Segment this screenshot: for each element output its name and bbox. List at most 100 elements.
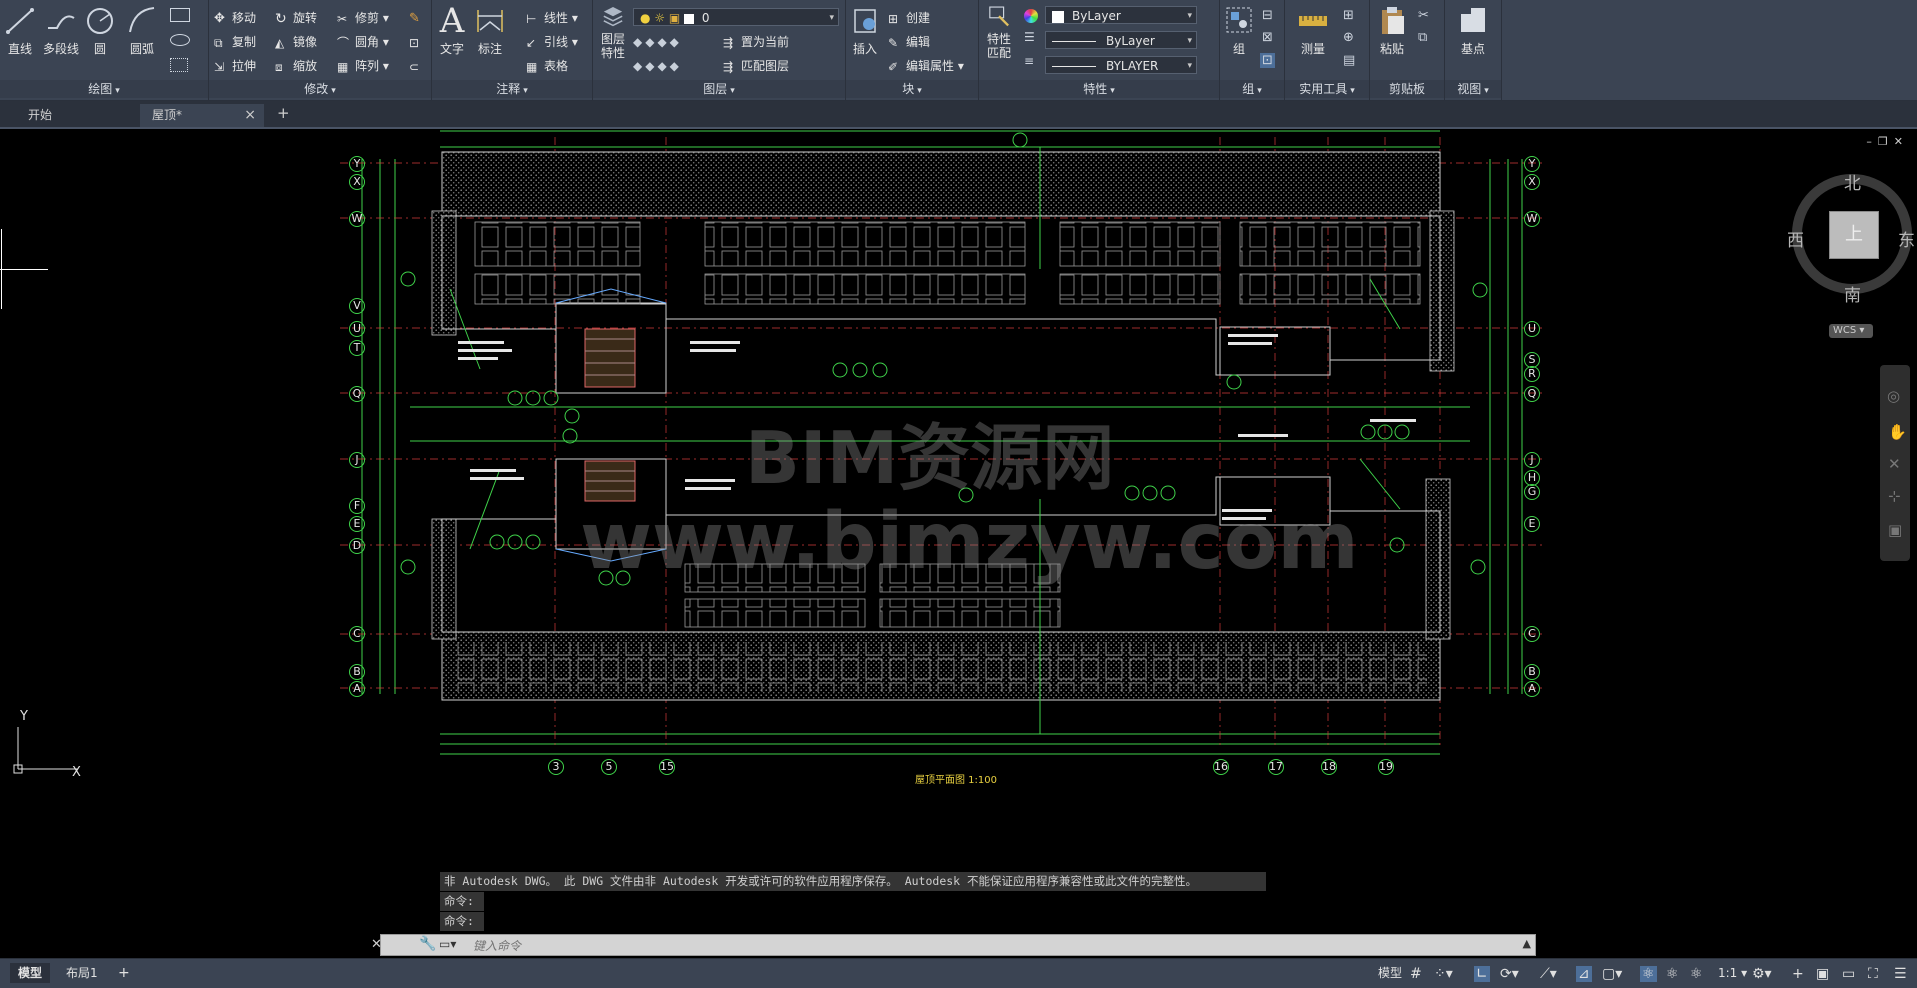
edit-block-button[interactable]: ✎ 编辑 [888, 32, 930, 52]
hardware-acceleration-icon[interactable]: ▭ [1842, 966, 1855, 982]
isodraft-icon[interactable]: ⟋▾ [1540, 966, 1557, 982]
gear-icon[interactable]: ⚙▾ [1752, 966, 1772, 982]
close-tab-icon[interactable]: × [244, 104, 256, 127]
navigation-bar[interactable]: ◎ ✋ ✕ ⊹ ▣ [1880, 365, 1910, 561]
offset-tool[interactable]: ⊂ [409, 56, 427, 76]
rotate-button[interactable]: ↻ 旋转 [275, 8, 317, 28]
tab-layout1[interactable]: 布局1 [58, 963, 106, 983]
copy-clip-icon[interactable]: ⧉ [1418, 30, 1427, 45]
line-button[interactable]: 直线 [4, 4, 36, 57]
color-wheel-icon[interactable] [1024, 9, 1038, 23]
polyline-button[interactable]: 多段线 [40, 4, 82, 57]
cut-icon[interactable]: ✂ [1418, 8, 1429, 23]
grid-icon[interactable]: # [1410, 966, 1422, 982]
tab-roof[interactable]: 屋顶* × [140, 104, 264, 127]
layer-properties-button[interactable]: 图层 特性 [595, 4, 631, 60]
panel-title-modify[interactable]: 修改 ▾ [209, 80, 431, 98]
match-properties-button[interactable]: 特性 匹配 [981, 4, 1017, 60]
customization-menu-icon[interactable]: ☰ [1894, 966, 1907, 982]
annotation-visibility-icon[interactable]: ⚛ [1640, 966, 1657, 982]
compass-north[interactable]: 北 [1844, 169, 1861, 194]
leader-button[interactable]: ↙ 引线 ▾ [526, 32, 578, 52]
mirror-button[interactable]: ◭ 镜像 [275, 32, 317, 52]
command-input[interactable] [471, 936, 1515, 956]
add-layout-button[interactable]: + [110, 963, 138, 983]
command-expand-icon[interactable]: ▲ [1523, 937, 1531, 950]
panel-title-draw[interactable]: 绘图 ▾ [0, 80, 208, 98]
measure-button[interactable]: 测量 [1293, 4, 1333, 57]
drawing-canvas[interactable]: YXWVUTQJFEDCBA YXWUSRQJHGECBA 3 5 15 16 17 18… [0, 129, 1917, 956]
lineweight-dropdown[interactable]: BYLAYER ▾ [1045, 56, 1197, 74]
showmotion-icon[interactable]: ▣ [1888, 521, 1902, 539]
insert-button[interactable]: 插入 [848, 4, 882, 57]
text-button[interactable]: A 文字 [436, 4, 468, 57]
add-icon[interactable]: + [1792, 966, 1804, 982]
paste-button[interactable]: 粘贴 [1374, 4, 1410, 57]
model-space-toggle[interactable]: 模型 [1370, 963, 1410, 983]
zoom-extents-icon[interactable]: ✕ [1888, 455, 1901, 473]
linetype-dropdown[interactable]: ByLayer ▾ [1045, 31, 1197, 49]
ortho-icon[interactable]: ∟ [1474, 966, 1490, 982]
viewcube[interactable]: 上 北 南 西 东 WCS ▾ [1767, 129, 1917, 359]
array-button[interactable]: ▦ 阵列 ▾ [337, 56, 389, 76]
annotation-scale-dropdown[interactable]: 1:1 ▾ [1710, 963, 1755, 983]
create-block-button[interactable]: ⊞ 创建 [888, 8, 930, 28]
scale-button[interactable]: ⧈ 缩放 [275, 56, 317, 76]
id-point-icon[interactable]: ⊕ [1343, 30, 1354, 45]
trim-button[interactable]: ✂ 修剪 ▾ [337, 8, 389, 28]
pan-icon[interactable]: ✋ [1888, 423, 1907, 441]
snap-icon[interactable]: ⁘▾ [1434, 966, 1453, 982]
panel-title-properties[interactable]: 特性 ▾ [979, 80, 1219, 98]
panel-title-annotation[interactable]: 注释 ▾ [432, 80, 592, 98]
panel-title-layers[interactable]: 图层 ▾ [593, 80, 845, 98]
clean-screen-icon[interactable]: ⛶ [1868, 966, 1878, 982]
edit-attributes-button[interactable]: ✐ 编辑属性 ▾ [888, 56, 964, 76]
compass-west[interactable]: 西 [1787, 226, 1804, 251]
layer-tools-row1[interactable]: ◆◆◆◆ [633, 32, 682, 52]
new-tab-button[interactable]: + [277, 104, 290, 122]
make-current-button[interactable]: ⇶ 置为当前 [723, 32, 789, 52]
command-customize-icon[interactable]: 🔧 [419, 936, 436, 952]
panel-title-block[interactable]: 块 ▾ [846, 80, 978, 98]
group-select-icon[interactable]: ⊡ [1260, 53, 1275, 68]
compass-east[interactable]: 东 [1898, 226, 1915, 251]
command-close-icon[interactable]: ✕ [371, 937, 382, 952]
layer-tools-row2[interactable]: ◆◆◆◆ [633, 56, 682, 76]
ellipse-tool[interactable] [170, 34, 190, 46]
tab-model[interactable]: 模型 [10, 963, 51, 983]
move-button[interactable]: ✥ 移动 [214, 8, 256, 28]
color-dropdown[interactable]: ByLayer ▾ [1045, 6, 1197, 24]
dimension-button[interactable]: 标注 [474, 4, 506, 57]
copy-button[interactable]: ⧉ 复制 [214, 32, 256, 52]
base-view-button[interactable]: 基点 [1453, 4, 1493, 57]
compass-south[interactable]: 南 [1844, 281, 1861, 306]
calculator-icon[interactable]: ▤ [1343, 53, 1355, 68]
panel-title-view[interactable]: 视图 ▾ [1445, 80, 1501, 98]
explode-tool[interactable]: ⊡ [409, 32, 427, 52]
panel-title-utilities[interactable]: 实用工具 ▾ [1285, 80, 1369, 98]
tab-start[interactable]: 开始 [14, 104, 138, 127]
object-snap-tracking-icon[interactable]: ⊿ [1576, 966, 1592, 982]
match-layer-button[interactable]: ⇶ 匹配图层 [723, 56, 789, 76]
panel-title-groups[interactable]: 组 ▾ [1220, 80, 1284, 98]
hatch-tool[interactable] [170, 58, 188, 72]
steering-wheel-icon[interactable]: ◎ [1887, 387, 1900, 405]
quick-select-icon[interactable]: ⊞ [1343, 8, 1354, 23]
auto-scale-icon[interactable]: ⚛ [1666, 966, 1679, 982]
table-button[interactable]: ▦ 表格 [526, 56, 568, 76]
object-snap-icon[interactable]: ▢▾ [1602, 966, 1622, 982]
isolate-objects-icon[interactable]: ▣ [1816, 966, 1829, 982]
wcs-dropdown[interactable]: WCS ▾ [1829, 324, 1873, 338]
stretch-button[interactable]: ⇲ 拉伸 [214, 56, 256, 76]
erase-tool[interactable]: ✎ [409, 8, 427, 28]
panel-title-clipboard[interactable]: 剪贴板 [1370, 80, 1444, 98]
orbit-icon[interactable]: ⊹ [1888, 487, 1901, 505]
arc-button[interactable]: 圆弧 [126, 4, 158, 57]
annotation-scale-icon[interactable]: ⚛ [1690, 966, 1703, 982]
group-button[interactable]: 组 [1222, 4, 1256, 57]
rectangle-tool[interactable] [170, 8, 190, 22]
polar-icon[interactable]: ⟳▾ [1500, 966, 1519, 982]
layer-dropdown[interactable]: ● ☼ ▣ 0 ▾ [633, 8, 839, 26]
circle-button[interactable]: 圆 [84, 4, 116, 57]
cad-drawing[interactable] [0, 129, 1917, 956]
